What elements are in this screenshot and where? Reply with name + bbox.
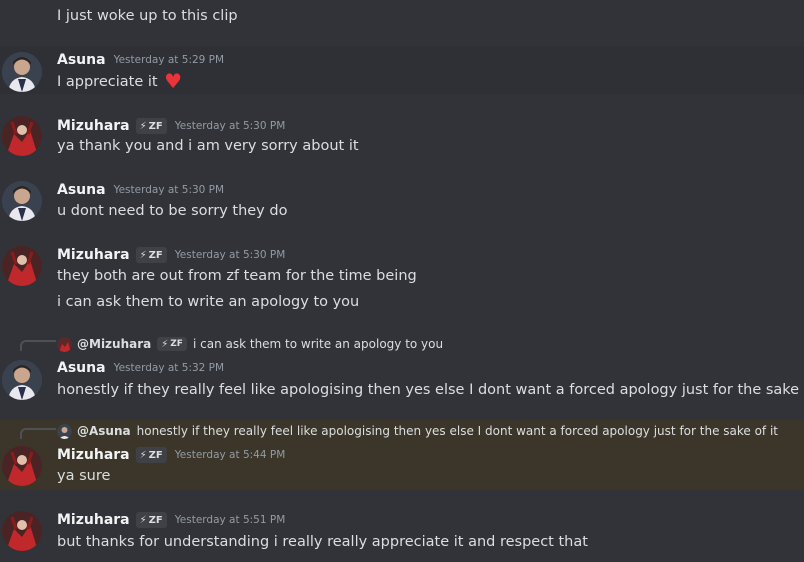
message-item: Asuna Yesterday at 5:30 PM u dont need t… <box>0 173 804 223</box>
message-text-continuation: i can ask them to write an apology to yo… <box>57 294 360 310</box>
message-text: but thanks for understanding i really re… <box>57 534 588 550</box>
message-text: they both are out from zf team for the t… <box>57 268 417 284</box>
timestamp: Yesterday at 5:30 PM <box>174 249 286 261</box>
author-name[interactable]: Asuna <box>57 182 106 198</box>
server-tag-badge[interactable]: ⚡ ZF <box>135 512 167 528</box>
author-name[interactable]: Mizuhara <box>57 247 130 263</box>
server-tag-badge[interactable]: ⚡ ZF <box>135 247 167 263</box>
message-text: ya thank you and i am very sorry about i… <box>57 138 359 154</box>
message-text: I appreciate it <box>57 74 158 90</box>
message-text: ya sure <box>57 468 111 484</box>
replied-user-avatar <box>57 336 72 352</box>
timestamp: Yesterday at 5:30 PM <box>174 120 286 132</box>
timestamp: Yesterday at 5:30 PM <box>113 184 225 196</box>
timestamp: Yesterday at 5:44 PM <box>174 449 286 461</box>
lightning-icon: ⚡ <box>139 514 147 526</box>
message-text: I just woke up to this clip <box>57 8 238 24</box>
author-name[interactable]: Mizuhara <box>57 118 130 134</box>
message-item: Mizuhara ⚡ ZF Yesterday at 5:51 PM but th… <box>0 503 804 562</box>
replied-user-avatar <box>57 423 72 439</box>
message-item: Asuna Yesterday at 5:29 PM I appreciate … <box>0 46 804 94</box>
replied-user-name[interactable]: @Asuna <box>77 424 131 438</box>
reply-connector <box>20 340 56 351</box>
avatar[interactable] <box>2 246 42 286</box>
avatar[interactable] <box>2 181 42 221</box>
message-content: I appreciate it ♥ <box>57 69 183 93</box>
author-name[interactable]: Mizuhara <box>57 447 130 463</box>
replied-user-name[interactable]: @Mizuhara <box>77 337 151 351</box>
message-text: u dont need to be sorry they do <box>57 203 288 219</box>
reply-preview[interactable]: @Mizuhara ⚡ ZF i can ask them to write an… <box>57 336 443 352</box>
author-name[interactable]: Asuna <box>57 52 106 68</box>
asuna-avatar-image <box>2 181 42 221</box>
message-item: Mizuhara ⚡ ZF Yesterday at 5:30 PM ya tha… <box>0 108 804 158</box>
mizuhara-avatar-image <box>2 511 42 551</box>
replied-message-text: i can ask them to write an apology to yo… <box>192 337 444 351</box>
message-item: Mizuhara ⚡ ZF Yesterday at 5:30 PM they b… <box>0 238 804 318</box>
avatar[interactable] <box>2 446 42 486</box>
server-tag-badge[interactable]: ⚡ ZF <box>135 447 167 463</box>
author-name[interactable]: Asuna <box>57 360 106 376</box>
asuna-avatar-image <box>2 360 42 400</box>
timestamp: Yesterday at 5:29 PM <box>113 54 225 66</box>
author-name[interactable]: Mizuhara <box>57 512 130 528</box>
lightning-icon: ⚡ <box>139 449 147 461</box>
avatar[interactable] <box>2 116 42 156</box>
avatar[interactable] <box>2 52 42 92</box>
avatar[interactable] <box>2 511 42 551</box>
heart-emoji: ♥ <box>164 69 183 93</box>
reply-preview[interactable]: @Asuna honestly if they really feel like… <box>57 423 778 439</box>
timestamp: Yesterday at 5:32 PM <box>113 362 225 374</box>
lightning-icon: ⚡ <box>139 120 147 132</box>
server-tag-badge[interactable]: ⚡ ZF <box>135 118 167 134</box>
message-continuation: I just woke up to this clip <box>0 0 804 34</box>
message-text: honestly if they really feel like apolog… <box>57 382 804 398</box>
mizuhara-avatar-image <box>2 246 42 286</box>
reply-connector <box>20 428 56 439</box>
timestamp: Yesterday at 5:51 PM <box>174 514 286 526</box>
mizuhara-avatar-image <box>2 446 42 486</box>
mizuhara-avatar-image <box>2 116 42 156</box>
replied-message-text: honestly if they really feel like apolog… <box>136 424 779 438</box>
server-tag-badge: ⚡ ZF <box>157 337 187 351</box>
message-item-reply-mention: @Asuna honestly if they really feel like… <box>0 420 804 490</box>
asuna-avatar-image <box>2 52 42 92</box>
lightning-icon: ⚡ <box>161 338 169 350</box>
avatar[interactable] <box>2 360 42 400</box>
lightning-icon: ⚡ <box>139 249 147 261</box>
message-item-reply: @Mizuhara ⚡ ZF i can ask them to write an… <box>0 330 804 406</box>
